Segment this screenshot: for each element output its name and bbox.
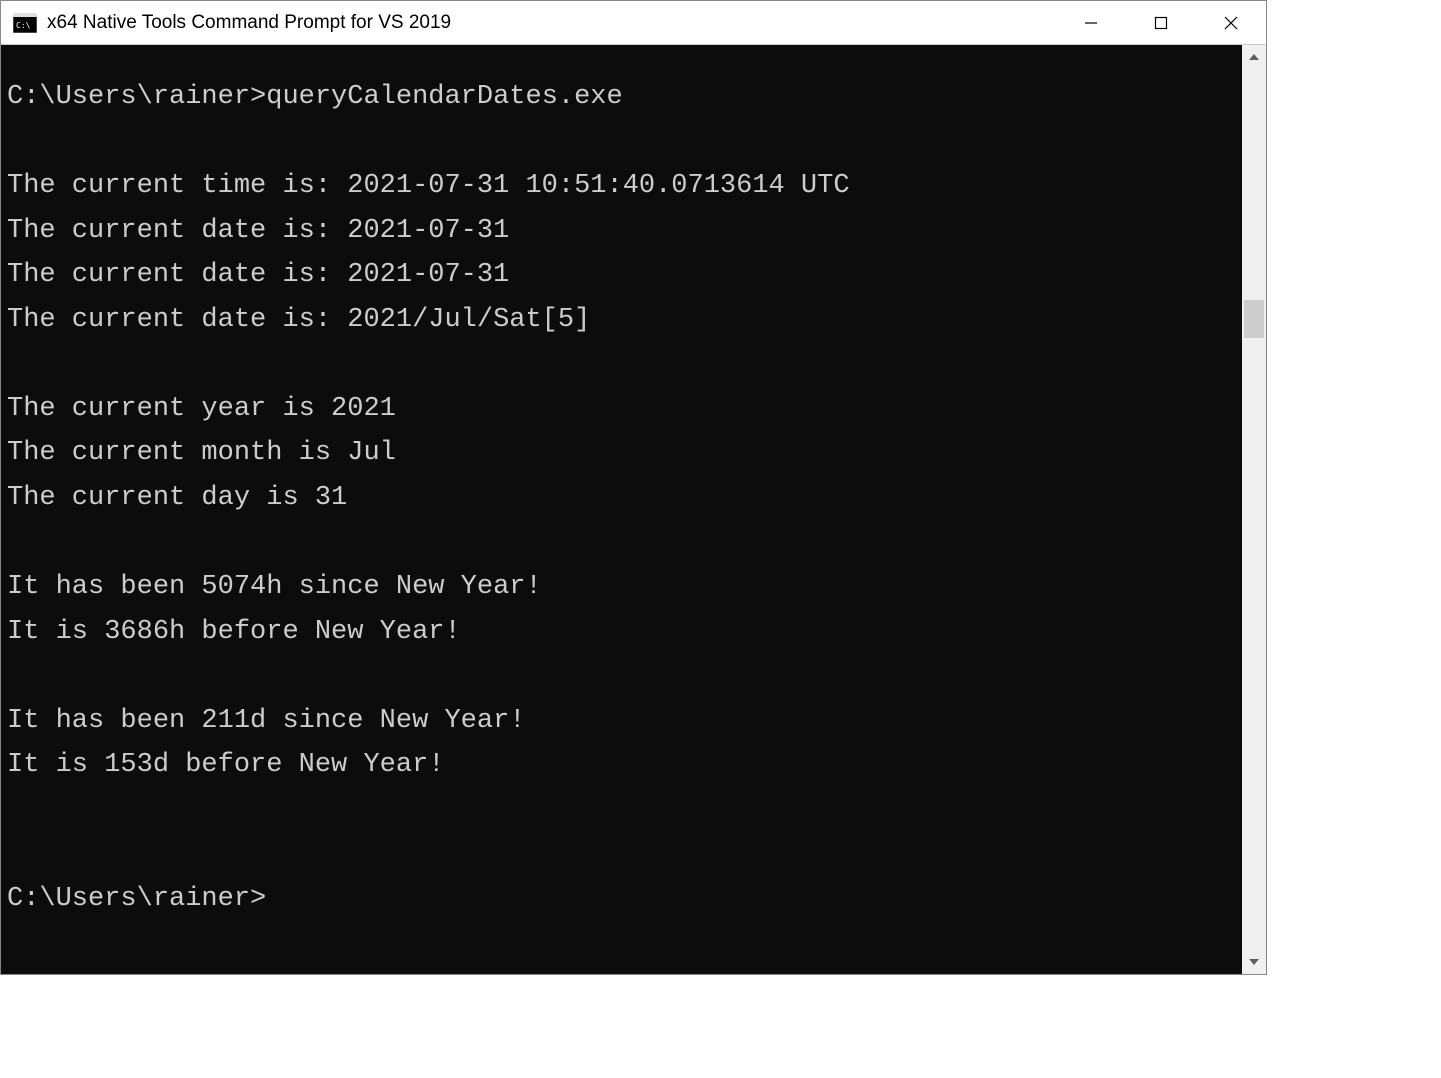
window-title: x64 Native Tools Command Prompt for VS 2… <box>47 12 1056 34</box>
output-line: It has been 5074h since New Year! <box>7 572 542 602</box>
output-line: The current date is: 2021/Jul/Sat[5] <box>7 305 590 335</box>
window-controls <box>1056 1 1266 44</box>
output-line: The current date is: 2021-07-31 <box>7 260 509 290</box>
scroll-thumb[interactable] <box>1244 300 1264 338</box>
output-line: The current time is: 2021-07-31 10:51:40… <box>7 171 850 201</box>
scroll-down-arrow-icon[interactable] <box>1242 950 1266 974</box>
terminal-output[interactable]: C:\Users\rainer>queryCalendarDates.exe T… <box>1 45 1242 974</box>
maximize-button[interactable] <box>1126 1 1196 44</box>
output-line: It is 153d before New Year! <box>7 750 444 780</box>
close-button[interactable] <box>1196 1 1266 44</box>
cmd-icon: C:\ <box>13 11 37 35</box>
window-titlebar: C:\ x64 Native Tools Command Prompt for … <box>1 1 1266 45</box>
output-line: It has been 211d since New Year! <box>7 706 525 736</box>
terminal-area: C:\Users\rainer>queryCalendarDates.exe T… <box>1 45 1266 974</box>
output-line: It is 3686h before New Year! <box>7 617 461 647</box>
prompt-path: C:\Users\rainer> <box>7 884 266 914</box>
prompt-path: C:\Users\rainer> <box>7 82 266 112</box>
svg-text:C:\: C:\ <box>16 21 31 30</box>
output-line: The current year is 2021 <box>7 394 396 424</box>
vertical-scrollbar[interactable] <box>1242 45 1266 974</box>
command-text: queryCalendarDates.exe <box>266 82 622 112</box>
output-line: The current month is Jul <box>7 438 396 468</box>
scroll-up-arrow-icon[interactable] <box>1242 45 1266 69</box>
output-line: The current day is 31 <box>7 483 347 513</box>
minimize-button[interactable] <box>1056 1 1126 44</box>
output-line: The current date is: 2021-07-31 <box>7 216 509 246</box>
